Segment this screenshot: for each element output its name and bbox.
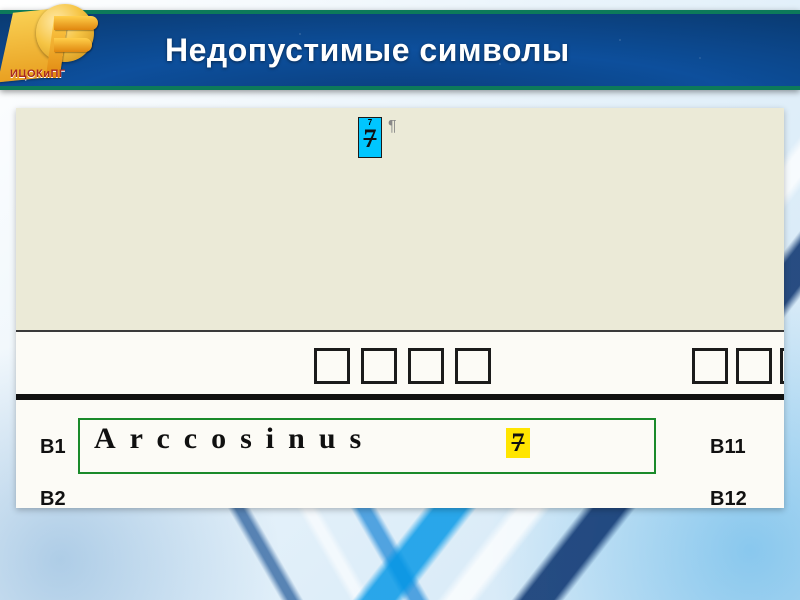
empty-box: [408, 348, 444, 384]
empty-box: [692, 348, 728, 384]
label-b12: В12: [710, 488, 747, 508]
header-ribbon: Недопустимые символы: [0, 10, 800, 90]
big-seven: 7: [364, 127, 377, 151]
label-b1: В1: [40, 436, 66, 459]
thick-divider: [16, 394, 784, 400]
empty-box: [361, 348, 397, 384]
slide-root: Недопустимые символы ИЦОКиПГ 7 7 ¶: [0, 0, 800, 600]
empty-box: [736, 348, 772, 384]
label-b2: В2: [40, 488, 66, 508]
logo-text: ИЦОКиПГ: [10, 68, 66, 80]
empty-box: [780, 348, 784, 384]
content-panel: 7 7 ¶ В1 В11 Arccosinus 7: [16, 108, 784, 508]
pilcrow-icon: ¶: [388, 118, 397, 136]
slide-title: Недопустимые символы: [165, 32, 570, 69]
thin-divider: [16, 330, 784, 332]
highlighted-seven-top: 7 7: [358, 117, 382, 158]
empty-box: [314, 348, 350, 384]
answer-b1-text: Arccosinus: [94, 422, 375, 456]
highlighted-seven-b1: 7: [506, 428, 530, 458]
empty-box-row: [16, 348, 784, 388]
label-b11: В11: [710, 436, 746, 459]
logo: ИЦОКиПГ: [6, 0, 116, 95]
form-area: В1 В11 Arccosinus 7 В2 В12: [16, 330, 784, 508]
empty-box: [455, 348, 491, 384]
